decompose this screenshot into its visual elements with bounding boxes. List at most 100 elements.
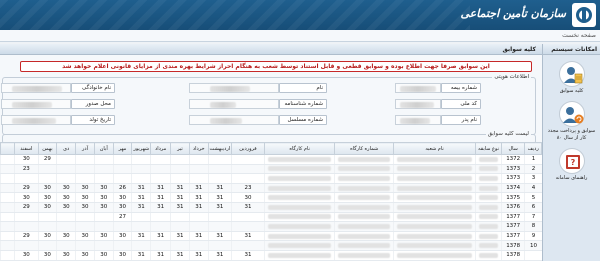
- breadcrumb-bar: صفحه نخست: [0, 30, 600, 42]
- table-row[interactable]: 30 30 30 30 30 30 31 31 31 31 31 31 1378: [0, 250, 542, 261]
- redacted-value: [479, 243, 498, 249]
- column-header[interactable]: مرداد: [150, 142, 172, 155]
- id-number-value: [189, 99, 279, 109]
- column-header[interactable]: نام شعبه: [392, 142, 477, 155]
- workshop-name-cell: [263, 221, 335, 232]
- record-type-cell: [475, 183, 502, 194]
- org-name: سازمان تأمین اجتماعی: [460, 7, 566, 20]
- row-spacer: [0, 221, 15, 232]
- month-days-cell: [37, 173, 57, 184]
- year-cell: 1374: [500, 183, 525, 194]
- side-item-help[interactable]: ? راهنمای سامانه: [545, 148, 599, 182]
- month-days-cell: [131, 164, 151, 175]
- side-item-records-from-80[interactable]: سوابق و پرداخت مجدد کار از سال ۸۰: [545, 101, 599, 142]
- redacted-value: [338, 156, 390, 162]
- redacted-value: [267, 214, 332, 220]
- person-refresh-icon: [558, 101, 585, 127]
- month-days-cell: [112, 164, 132, 175]
- redacted-value: [338, 243, 390, 249]
- side-item-all-records[interactable]: کلیه سوابق: [545, 61, 599, 95]
- month-days-cell: 29: [37, 154, 57, 165]
- column-header[interactable]: سال: [500, 142, 526, 155]
- column-header[interactable]: اردیبهشت: [207, 142, 233, 155]
- year-cell: 1373: [500, 164, 525, 175]
- table-row[interactable]: 1377 8: [0, 221, 542, 232]
- last-name-value: [1, 83, 71, 93]
- month-days-cell: [207, 164, 232, 175]
- column-header[interactable]: آذر: [75, 142, 95, 155]
- column-header[interactable]: مهر: [112, 142, 133, 155]
- table-row[interactable]: 30 29 1372 1: [0, 154, 542, 165]
- month-days-cell: 31: [207, 183, 232, 194]
- redacted-value: [397, 243, 473, 249]
- table-row[interactable]: 27 1377 7: [0, 212, 542, 223]
- side-item-label: راهنمای سامانه: [555, 175, 588, 181]
- month-days-cell: [170, 154, 190, 165]
- column-header[interactable]: تیر: [170, 142, 190, 155]
- month-days-cell: 27: [112, 212, 132, 223]
- month-days-cell: 31: [170, 183, 190, 194]
- month-days-cell: 30: [93, 250, 114, 261]
- month-days-cell: 30: [37, 202, 57, 213]
- app-header: سازمان تأمین اجتماعی: [0, 0, 600, 30]
- month-days-cell: [75, 154, 95, 165]
- redacted-value: [397, 233, 473, 239]
- month-days-cell: [150, 164, 171, 175]
- redacted-value: [397, 195, 473, 201]
- column-header[interactable]: شماره کارگاه: [334, 142, 394, 155]
- row-number-cell: 9: [524, 231, 542, 242]
- month-days-cell: [207, 173, 232, 184]
- redacted-value: [267, 243, 332, 249]
- table-row[interactable]: 1373 3: [0, 173, 542, 184]
- redacted-value: [338, 233, 390, 239]
- column-header[interactable]: آبان: [93, 142, 114, 155]
- column-header[interactable]: شهریور: [131, 142, 152, 155]
- month-days-cell: [170, 240, 190, 251]
- row-spacer: [0, 202, 15, 213]
- row-spacer: [0, 164, 15, 175]
- history-table-wrap[interactable]: اسفند بهمن دی آذر آبان مهر شهریور مرداد …: [0, 142, 542, 261]
- table-row[interactable]: 1378 10: [0, 240, 542, 251]
- month-days-cell: 31: [231, 250, 265, 261]
- birth-date-value: [1, 115, 71, 125]
- table-row[interactable]: 29 30 30 30 30 30 31 31 31 31 31 31 1377 9: [0, 231, 542, 242]
- month-days-cell: [75, 173, 95, 184]
- row-spacer: [0, 183, 15, 194]
- branch-name-cell: [392, 192, 476, 203]
- month-days-cell: [37, 212, 57, 223]
- month-days-cell: 31: [207, 231, 232, 242]
- national-code-value: [395, 99, 441, 109]
- column-header[interactable]: اسفند: [14, 142, 39, 155]
- month-days-cell: 30: [112, 202, 132, 213]
- column-header[interactable]: بهمن: [37, 142, 58, 155]
- org-logo[interactable]: [572, 3, 596, 27]
- table-row[interactable]: 23 1373 2: [0, 164, 542, 175]
- redacted-value: [267, 166, 332, 172]
- table-row[interactable]: 29 30 30 30 30 30 31 31 31 31 31 31 1376 6: [0, 202, 542, 213]
- column-header[interactable]: نام کارگاه: [263, 142, 336, 155]
- last-name-label: نام خانوادگی: [71, 83, 115, 93]
- history-legend: لیست کلیه سوابق: [485, 131, 531, 137]
- month-days-cell: 31: [150, 183, 171, 194]
- breadcrumb-home[interactable]: صفحه نخست: [562, 32, 596, 39]
- row-number-cell: 8: [524, 221, 542, 232]
- month-days-cell: 31: [170, 231, 190, 242]
- month-days-cell: [14, 221, 39, 232]
- table-row[interactable]: 29 30 30 30 30 26 31 31 31 31 31 23 1374 4: [0, 183, 542, 194]
- column-header[interactable]: فروردین: [231, 142, 265, 155]
- row-spacer: [0, 250, 15, 261]
- record-type-cell: [475, 173, 502, 184]
- column-header[interactable]: خرداد: [188, 142, 209, 155]
- month-days-cell: [150, 212, 171, 223]
- table-row[interactable]: 30 30 30 30 30 30 31 31 31 31 31 30 1375 5: [0, 192, 542, 203]
- month-days-cell: 29: [14, 231, 39, 242]
- month-days-cell: [150, 240, 171, 251]
- column-header[interactable]: نوع سابقه: [475, 142, 502, 155]
- month-days-cell: [231, 154, 265, 165]
- month-days-cell: [231, 164, 265, 175]
- column-header[interactable]: ردیف: [524, 142, 542, 155]
- column-header[interactable]: دی: [56, 142, 77, 155]
- workshop-name-cell: [263, 164, 335, 175]
- workshop-name-cell: [263, 231, 335, 242]
- month-days-cell: [112, 173, 132, 184]
